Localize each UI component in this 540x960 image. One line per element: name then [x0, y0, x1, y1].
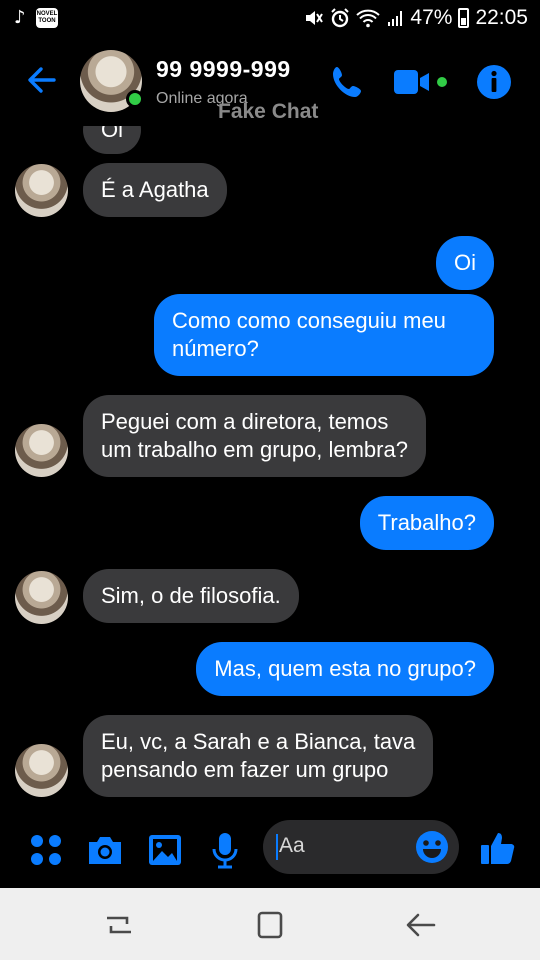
novel-toon-notification-icon: NOVEL TOON [36, 8, 58, 28]
message-list[interactable]: Oi É a Agatha Oi Como como conseguiu meu… [0, 126, 540, 816]
message-bubble-outgoing[interactable]: Trabalho? [359, 496, 494, 550]
sender-avatar [15, 424, 68, 477]
watermark-text: Fake Chat [218, 100, 319, 123]
message-bubble-incoming[interactable]: Peguei com a diretora, temos um trabalho… [83, 395, 426, 477]
message-bubble-incoming[interactable]: É a Agatha [83, 163, 227, 217]
system-navigation-bar [0, 888, 540, 960]
battery-icon [458, 8, 470, 28]
signal-icon [388, 11, 403, 26]
message-bubble-incoming[interactable]: Oi [83, 126, 141, 154]
back-arrow-icon[interactable] [22, 60, 62, 100]
clock-time: 22:05 [475, 6, 528, 29]
recent-apps-icon[interactable] [99, 910, 139, 940]
image-icon[interactable] [145, 830, 185, 870]
sender-avatar [15, 571, 68, 624]
sender-avatar [15, 744, 68, 797]
camera-icon[interactable] [85, 830, 125, 870]
microphone-icon[interactable] [205, 830, 245, 870]
home-icon[interactable] [250, 910, 290, 940]
emoji-icon[interactable] [414, 829, 450, 865]
phone-icon[interactable] [328, 62, 368, 102]
four-dots-icon[interactable] [26, 830, 66, 870]
sender-avatar [15, 164, 68, 217]
status-right-icons: 47% 22:05 [304, 6, 528, 30]
thumbs-up-icon[interactable] [478, 828, 518, 868]
contact-name[interactable]: 99 9999-999 [156, 56, 291, 83]
status-bar: NOVEL TOON 47% 22:05 [0, 0, 540, 38]
alarm-icon [331, 8, 350, 28]
video-available-dot [437, 77, 447, 87]
message-bubble-incoming[interactable]: Eu, vc, a Sarah e a Bianca, tava pensand… [83, 715, 434, 797]
tiktok-notification-icon [14, 9, 28, 27]
message-input-placeholder: Aa [279, 834, 305, 857]
info-icon[interactable] [474, 62, 514, 102]
online-indicator [126, 90, 144, 108]
message-composer: Aa [0, 816, 540, 888]
text-caret [276, 834, 278, 860]
message-bubble-outgoing[interactable]: Oi [436, 236, 494, 290]
status-left-icons: NOVEL TOON [14, 8, 58, 28]
message-bubble-outgoing[interactable]: Mas, quem esta no grupo? [196, 642, 494, 696]
back-nav-icon[interactable] [401, 910, 441, 940]
chat-header: 99 9999-999 Online agora Fake Chat [0, 38, 540, 126]
message-bubble-outgoing[interactable]: Como como conseguiu meu número? [154, 294, 494, 376]
battery-percentage: 47% [410, 6, 453, 29]
contact-avatar[interactable] [80, 50, 144, 112]
video-camera-icon[interactable] [393, 62, 433, 102]
message-bubble-incoming[interactable]: Sim, o de filosofia. [83, 569, 299, 623]
wifi-icon [356, 9, 381, 28]
message-input[interactable]: Aa [263, 820, 459, 874]
mute-icon [306, 11, 324, 25]
